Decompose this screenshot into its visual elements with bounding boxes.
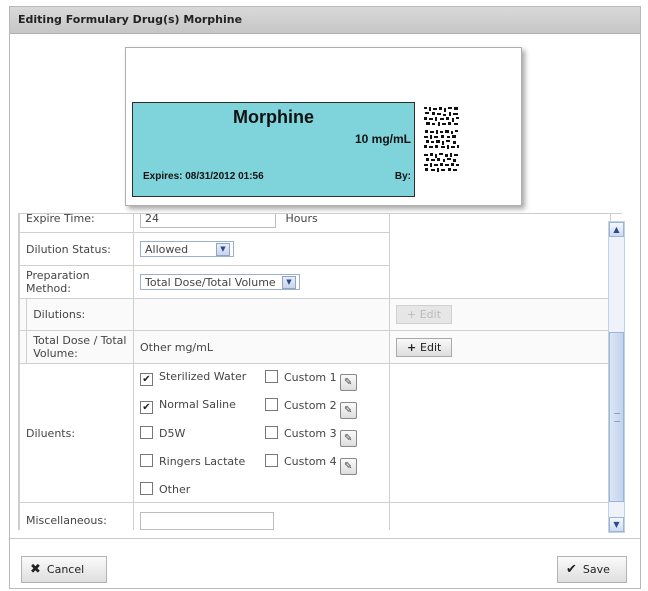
dilutions-label: Dilutions: — [26, 298, 134, 331]
diluent-label: Sterilized Water — [159, 370, 247, 383]
dilution-status-select[interactable]: Allowed ▼ — [140, 241, 234, 257]
dilution-status-value: Allowed — [145, 243, 189, 256]
checkbox-ringers-lactate[interactable] — [140, 454, 153, 467]
checkbox-d5w[interactable] — [140, 426, 153, 439]
diluent-option[interactable]: ✔ Sterilized Water — [140, 370, 265, 391]
scroll-down-button[interactable]: ▼ — [609, 517, 624, 532]
cancel-label: Cancel — [46, 563, 85, 576]
checkbox-sterilized-water[interactable]: ✔ — [140, 373, 153, 386]
diluent-option[interactable]: Custom 4 ✎ — [265, 454, 375, 475]
save-label: Save — [582, 563, 610, 576]
diluent-option[interactable]: D5W — [140, 426, 265, 447]
diluent-label: Custom 2 — [284, 399, 337, 412]
label-expires: Expires: 08/31/2012 01:56 — [143, 171, 264, 182]
miscellaneous-label: Miscellaneous: — [19, 502, 134, 530]
barcode-3 — [423, 152, 460, 173]
diluent-label: D5W — [159, 427, 186, 440]
label-color-band: Morphine 10 mg/mL Expires: 08/31/2012 01… — [132, 102, 415, 197]
barcode-1 — [423, 106, 460, 127]
total-dose-value: Other mg/mL — [133, 330, 390, 364]
checkbox-normal-saline[interactable]: ✔ — [140, 401, 153, 414]
diluent-label: Custom 3 — [284, 427, 337, 440]
preparation-method-label: Preparation Method: — [19, 265, 134, 299]
diluents-row: Diluents: ✔ Sterilized Water Custom 1 ✎ ✔ N… — [19, 363, 611, 503]
scroll-thumb[interactable] — [609, 332, 624, 502]
total-dose-row: Total Dose / Total Volume: Other mg/mL +… — [19, 330, 611, 364]
diluent-label: Custom 1 — [284, 371, 337, 384]
diluent-label: Custom 4 — [284, 455, 337, 468]
label-drug-name: Morphine — [233, 107, 314, 127]
footer-divider — [10, 538, 640, 539]
dilutions-edit-label: Edit — [419, 308, 442, 321]
diluents-label: Diluents: — [19, 363, 134, 503]
diluent-option[interactable]: Ringers Lactate — [140, 454, 265, 475]
dilutions-value — [133, 298, 390, 331]
diluent-option[interactable]: Custom 3 ✎ — [265, 426, 375, 447]
label-by: By: — [394, 171, 411, 182]
form-scroll-area[interactable]: Expire Time: 24 Hours Dilution Status: A… — [18, 213, 622, 530]
diluent-label: Other — [159, 483, 191, 496]
expire-time-input[interactable]: 24 — [140, 214, 276, 228]
label-preview: Morphine 10 mg/mL Expires: 08/31/2012 01… — [125, 47, 522, 206]
x-icon: ✖ — [30, 562, 41, 577]
checkbox-custom-1[interactable] — [265, 370, 278, 383]
total-dose-edit-label: Edit — [420, 340, 442, 354]
edit-drug-dialog: Editing Formulary Drug(s) Morphine Morph… — [9, 6, 641, 589]
checkbox-custom-4[interactable] — [265, 454, 278, 467]
diluent-option[interactable]: Other — [140, 482, 265, 496]
label-concentration: 10 mg/mL — [354, 132, 411, 146]
drug-form-table: Expire Time: 24 Hours Dilution Status: A… — [19, 213, 611, 530]
pencil-icon[interactable]: ✎ — [339, 458, 357, 475]
dilutions-row: Dilutions: + Edit — [19, 298, 611, 331]
vertical-scrollbar[interactable]: ▲ ▼ — [608, 221, 625, 533]
scroll-grip — [614, 413, 620, 422]
miscellaneous-row: Miscellaneous: — [19, 502, 611, 530]
diluent-label: Ringers Lactate — [159, 455, 246, 468]
expire-time-row: Expire Time: 24 Hours — [19, 213, 611, 299]
total-dose-label: Total Dose / Total Volume: — [26, 330, 134, 364]
expire-time-unit: Hours — [285, 213, 318, 225]
plus-icon: + — [407, 340, 421, 354]
chevron-down-icon: ▼ — [216, 243, 230, 256]
dilutions-edit-button[interactable]: + Edit — [396, 305, 453, 324]
diluent-option[interactable]: ✔ Normal Saline — [140, 398, 265, 419]
scroll-up-button[interactable]: ▲ — [609, 222, 624, 237]
miscellaneous-input[interactable] — [140, 511, 274, 530]
cancel-button[interactable]: ✖ Cancel — [21, 556, 107, 583]
checkmark-icon: ✔ — [566, 562, 577, 577]
preparation-method-value: Total Dose/Total Volume — [145, 276, 276, 289]
plus-icon: + — [407, 308, 420, 321]
dilution-status-label: Dilution Status: — [19, 232, 134, 266]
diluents-options: ✔ Sterilized Water Custom 1 ✎ ✔ Normal Sali… — [140, 367, 383, 499]
expire-time-label: Expire Time: — [19, 214, 134, 233]
total-dose-edit-button[interactable]: + Edit — [396, 337, 453, 357]
dialog-titlebar: Editing Formulary Drug(s) Morphine — [10, 7, 640, 34]
diluent-option[interactable]: Custom 2 ✎ — [265, 398, 375, 419]
pencil-icon[interactable]: ✎ — [339, 374, 357, 391]
checkbox-custom-3[interactable] — [265, 426, 278, 439]
checkbox-custom-2[interactable] — [265, 398, 278, 411]
diluent-option[interactable]: Custom 1 ✎ — [265, 370, 375, 391]
empty-cell-top — [389, 214, 611, 299]
barcode-2 — [423, 129, 460, 150]
chevron-down-icon: ▼ — [282, 276, 296, 289]
pencil-icon[interactable]: ✎ — [339, 430, 357, 447]
save-button[interactable]: ✔ Save — [557, 556, 627, 583]
pencil-icon[interactable]: ✎ — [339, 402, 357, 419]
dialog-title: Editing Formulary Drug(s) Morphine — [18, 13, 243, 26]
checkbox-other[interactable] — [140, 482, 153, 495]
diluent-label: Normal Saline — [159, 398, 236, 411]
preparation-method-select[interactable]: Total Dose/Total Volume ▼ — [140, 274, 300, 290]
